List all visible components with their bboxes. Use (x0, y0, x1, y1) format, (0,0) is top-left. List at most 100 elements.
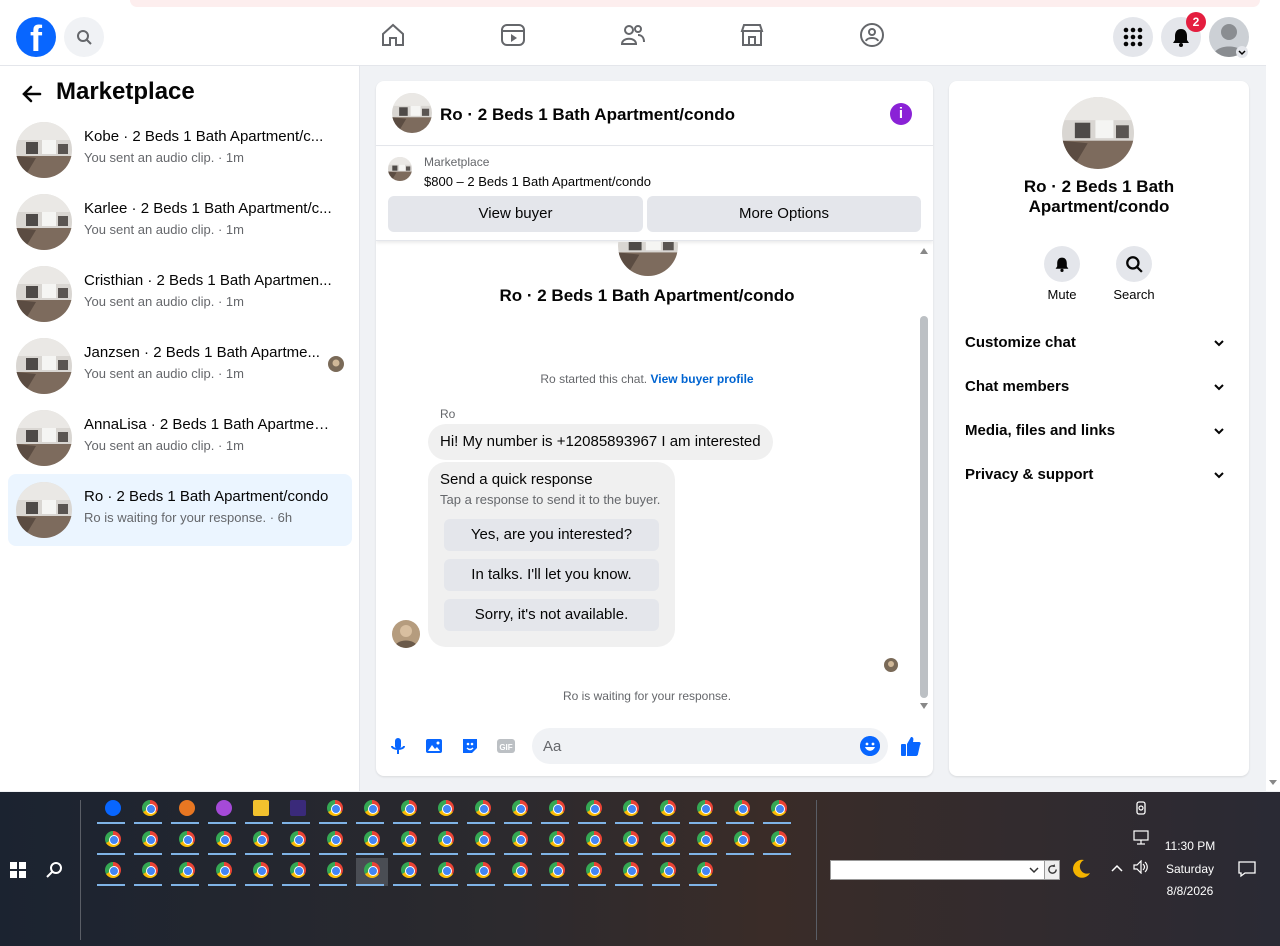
more-options-button[interactable]: More Options (647, 196, 921, 232)
scroll-up-arrow-icon[interactable] (920, 248, 928, 254)
conversation-item[interactable]: Ro · 2 Beds 1 Bath Apartment/condo Ro is … (8, 474, 352, 546)
taskbar-chrome-app[interactable] (541, 796, 573, 824)
section-media-files-links[interactable]: Media, files and links (965, 413, 1233, 449)
clock-day[interactable]: Saturday (1160, 862, 1220, 876)
conversation-item[interactable]: Cristhian · 2 Beds 1 Bath Apartmen... You… (8, 258, 352, 330)
meet-now-icon[interactable] (1135, 800, 1149, 816)
taskbar-chrome-app[interactable] (467, 796, 499, 824)
groups-icon[interactable] (859, 22, 885, 48)
search-conversation-button[interactable] (1116, 246, 1152, 282)
clock-date[interactable]: 8/8/2026 (1160, 884, 1220, 898)
view-buyer-button[interactable]: View buyer (388, 196, 643, 232)
account-chevron-down-icon[interactable] (1236, 46, 1248, 58)
clock-time[interactable]: 11:30 PM (1160, 839, 1220, 853)
conversation-item[interactable]: Janzsen · 2 Beds 1 Bath Apartme... You se… (8, 330, 352, 402)
taskbar-chrome-app[interactable] (134, 796, 166, 824)
taskbar-chrome-app[interactable] (763, 796, 795, 824)
night-light-moon-icon[interactable] (1070, 858, 1092, 880)
taskbar-chrome-app[interactable] (245, 858, 277, 886)
taskbar-address-input[interactable] (830, 860, 1060, 880)
taskbar-chrome-app[interactable] (356, 858, 388, 886)
chat-thumbnail[interactable] (392, 93, 432, 133)
taskbar-chrome-app[interactable] (689, 858, 721, 886)
taskbar-chrome-app[interactable] (726, 796, 758, 824)
like-thumb-icon[interactable] (900, 735, 922, 757)
action-center-icon[interactable] (1238, 860, 1256, 878)
taskbar-chrome-app[interactable] (208, 827, 240, 855)
taskbar-chrome-app[interactable] (763, 827, 795, 855)
taskbar-chrome-app[interactable] (467, 827, 499, 855)
taskbar-chrome-app[interactable] (615, 858, 647, 886)
taskbar-app-app[interactable] (282, 796, 314, 824)
details-thumbnail[interactable] (1062, 97, 1134, 169)
view-buyer-profile-link[interactable]: View buyer profile (650, 372, 753, 386)
mute-action[interactable]: Mute (1032, 246, 1092, 302)
message-bubble[interactable]: Hi! My number is +12085893967 I am inter… (428, 424, 773, 460)
section-customize-chat[interactable]: Customize chat (965, 325, 1233, 361)
taskbar-chrome-app[interactable] (504, 796, 536, 824)
quick-reply-interested[interactable]: Yes, are you interested? (444, 519, 659, 551)
taskbar-chrome-app[interactable] (578, 796, 610, 824)
taskbar-chrome-app[interactable] (652, 796, 684, 824)
info-icon[interactable]: i (890, 103, 912, 125)
taskbar-chrome-app[interactable] (282, 827, 314, 855)
emoji-icon[interactable] (860, 736, 880, 756)
network-icon[interactable] (1133, 830, 1151, 846)
taskbar-folder-app[interactable] (245, 796, 277, 824)
taskbar-chrome-app[interactable] (430, 827, 462, 855)
chat-title[interactable]: Ro · 2 Beds 1 Bath Apartment/condo (440, 105, 735, 125)
chat-scrollbar[interactable] (917, 242, 931, 715)
chat-scroll-thumb[interactable] (920, 316, 928, 698)
taskbar-chrome-app[interactable] (208, 858, 240, 886)
friends-icon[interactable] (620, 22, 646, 48)
taskbar-chrome-app[interactable] (356, 827, 388, 855)
taskbar-chrome-app[interactable] (319, 858, 351, 886)
taskbar-chrome-app[interactable] (541, 858, 573, 886)
taskbar-chrome-app[interactable] (356, 796, 388, 824)
taskbar-search-icon[interactable] (46, 861, 64, 879)
message-input[interactable]: Aa (532, 728, 888, 764)
conversation-item[interactable]: AnnaLisa · 2 Beds 1 Bath Apartmen... You … (8, 402, 352, 474)
taskbar-paint-app[interactable] (171, 796, 203, 824)
taskbar-colors-app[interactable] (208, 796, 240, 824)
taskbar-chrome-app[interactable] (430, 796, 462, 824)
taskbar-chrome-app[interactable] (578, 827, 610, 855)
microphone-icon[interactable] (388, 736, 408, 756)
taskbar-chrome-app[interactable] (615, 827, 647, 855)
taskbar-chrome-app[interactable] (134, 827, 166, 855)
refresh-button[interactable] (1044, 861, 1059, 879)
marketplace-icon[interactable] (739, 22, 765, 48)
taskbar-chrome-app[interactable] (171, 858, 203, 886)
taskbar-chrome-app[interactable] (393, 827, 425, 855)
taskbar-chrome-app[interactable] (689, 796, 721, 824)
show-hidden-icons-chevron-icon[interactable] (1111, 864, 1123, 872)
section-privacy-support[interactable]: Privacy & support (965, 457, 1233, 493)
taskbar-chrome-app[interactable] (319, 796, 351, 824)
mute-button[interactable] (1044, 246, 1080, 282)
taskbar-chrome-app[interactable] (97, 827, 129, 855)
taskbar-chrome-app[interactable] (319, 827, 351, 855)
taskbar-chrome-app[interactable] (393, 858, 425, 886)
taskbar-fb-app[interactable] (97, 796, 129, 824)
search-button[interactable] (64, 17, 104, 57)
section-chat-members[interactable]: Chat members (965, 369, 1233, 405)
taskbar-chrome-app[interactable] (97, 858, 129, 886)
taskbar-chrome-app[interactable] (652, 827, 684, 855)
taskbar-chrome-app[interactable] (282, 858, 314, 886)
taskbar-chrome-app[interactable] (171, 827, 203, 855)
page-scrollbar[interactable] (1266, 8, 1280, 791)
search-action[interactable]: Search (1104, 246, 1164, 302)
taskbar-chrome-app[interactable] (467, 858, 499, 886)
windows-start-icon[interactable] (10, 862, 26, 878)
dropdown-chevron-icon[interactable] (1029, 866, 1039, 874)
listing-thumbnail[interactable] (388, 157, 412, 181)
back-arrow-icon[interactable] (20, 82, 44, 106)
facebook-logo-icon[interactable]: f (16, 17, 56, 57)
scroll-down-arrow-icon[interactable] (1269, 778, 1277, 786)
taskbar-chrome-app[interactable] (689, 827, 721, 855)
quick-reply-not-available[interactable]: Sorry, it's not available. (444, 599, 659, 631)
taskbar-chrome-app[interactable] (134, 858, 166, 886)
photo-icon[interactable] (424, 736, 444, 756)
reels-icon[interactable] (500, 22, 526, 48)
taskbar-chrome-app[interactable] (541, 827, 573, 855)
